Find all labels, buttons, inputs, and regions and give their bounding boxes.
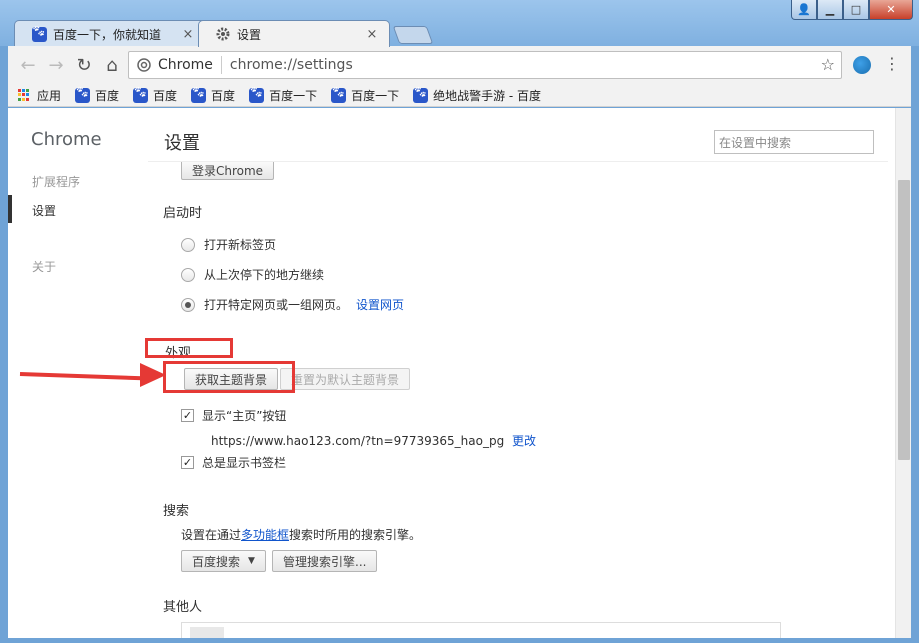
sidebar-brand: Chrome xyxy=(31,129,102,150)
close-icon[interactable]: × xyxy=(181,27,195,42)
bookmark-apps[interactable]: 应用 xyxy=(18,87,61,104)
address-bar[interactable]: Chrome chrome://settings ☆ xyxy=(128,51,842,79)
close-button[interactable]: ✕ xyxy=(869,0,913,20)
search-engine-select[interactable]: 百度搜索 ▼ xyxy=(181,550,266,572)
bookmark-label: 百度一下 xyxy=(351,88,400,103)
forward-button[interactable]: → xyxy=(42,51,70,79)
bookmark-baidu-search[interactable]: 百度一下 xyxy=(331,87,399,104)
scroll-thumb[interactable] xyxy=(898,180,910,460)
search-title: 搜索 xyxy=(163,504,190,519)
window-controls: 👤 ▁ □ ✕ xyxy=(791,0,913,20)
baidu-paw-icon xyxy=(191,87,207,103)
site-chip-label: Chrome xyxy=(158,57,213,73)
omnibox-link[interactable]: 多功能框 xyxy=(241,528,289,542)
option-label: 打开特定网页或一组网页。 xyxy=(204,298,349,312)
startup-title: 启动时 xyxy=(163,206,203,221)
manage-search-engines-button[interactable]: 管理搜索引擎... xyxy=(272,550,378,572)
tab-settings[interactable]: 设置 × xyxy=(198,20,390,47)
apps-grid-icon xyxy=(18,88,31,102)
search-description: 设置在通过多功能框搜索时所用的搜索引擎。 xyxy=(181,528,422,542)
bookmark-game-search[interactable]: 绝地战警手游 - 百度 xyxy=(413,87,541,104)
bookmark-label: 百度一下 xyxy=(269,88,318,103)
option-label: 从上次停下的地方继续 xyxy=(204,268,325,282)
minimize-button[interactable]: ▁ xyxy=(817,0,843,20)
show-home-checkbox-row[interactable]: ✓ 显示“主页”按钮 xyxy=(181,407,286,424)
star-icon[interactable]: ☆ xyxy=(821,55,835,74)
tab-strip: 百度一下，你就知道 × 设置 × xyxy=(14,20,434,47)
baidu-paw-icon xyxy=(31,26,47,42)
checkbox[interactable]: ✓ xyxy=(181,409,194,422)
home-button[interactable]: ⌂ xyxy=(98,51,126,79)
bookmark-baidu-search[interactable]: 百度一下 xyxy=(249,87,317,104)
avatar xyxy=(190,627,224,638)
url-text: chrome://settings xyxy=(229,57,353,73)
bookmark-baidu[interactable]: 百度 xyxy=(75,87,119,104)
sidebar-active-marker xyxy=(8,195,12,223)
chevron-down-icon: ▼ xyxy=(248,556,255,566)
reload-button[interactable]: ↻ xyxy=(70,51,98,79)
startup-option-specific[interactable]: 打开特定网页或一组网页。 设置网页 xyxy=(181,296,404,313)
set-pages-link[interactable]: 设置网页 xyxy=(356,296,404,313)
people-list xyxy=(181,622,781,638)
close-icon[interactable]: × xyxy=(365,27,379,42)
back-button[interactable]: ← xyxy=(14,51,42,79)
radio-button[interactable] xyxy=(181,267,195,282)
menu-icon[interactable]: ⋮ xyxy=(884,54,900,73)
annotation-arrow-head xyxy=(140,363,166,387)
tab-title: 百度一下，你就知道 xyxy=(53,27,162,42)
home-url-text: https://www.hao123.com/?tn=97739365_hao_… xyxy=(211,434,505,448)
annotation-box-appearance xyxy=(145,338,233,358)
maximize-button[interactable]: □ xyxy=(843,0,869,20)
baidu-paw-icon xyxy=(75,87,91,103)
chrome-icon xyxy=(137,58,151,72)
extension-icon[interactable] xyxy=(853,56,871,74)
baidu-paw-icon xyxy=(249,87,265,103)
profile-icon[interactable]: 👤 xyxy=(791,0,817,20)
checkbox[interactable]: ✓ xyxy=(181,456,194,469)
new-tab-button[interactable] xyxy=(392,26,434,44)
scrollbar[interactable] xyxy=(895,108,911,638)
sidebar-item-settings[interactable]: 设置 xyxy=(32,202,56,219)
bookmark-label: 百度 xyxy=(153,88,178,103)
bookmark-baidu[interactable]: 百度 xyxy=(133,87,177,104)
toolbar: ← → ↻ ⌂ Chrome chrome://settings ☆ ⋮ xyxy=(8,46,911,84)
search-engine-label: 百度搜索 xyxy=(192,554,241,569)
site-chip[interactable]: Chrome xyxy=(137,56,222,74)
tab-title: 设置 xyxy=(237,27,262,42)
startup-option-continue[interactable]: 从上次停下的地方继续 xyxy=(181,266,324,283)
signin-button[interactable]: 登录Chrome xyxy=(181,162,275,180)
reset-theme-button[interactable]: 重置为默认主题背景 xyxy=(280,368,411,390)
settings-search-input[interactable]: 在设置中搜索 xyxy=(714,130,874,154)
radio-button[interactable] xyxy=(181,297,195,312)
radio-button[interactable] xyxy=(181,237,195,252)
gear-icon xyxy=(215,26,231,42)
bookmark-label: 百度 xyxy=(95,88,120,103)
baidu-paw-icon xyxy=(331,87,347,103)
bookmark-label: 应用 xyxy=(37,88,62,103)
window-frame: 👤 ▁ □ ✕ 百度一下，你就知道 × 设置 × ← → ↻ ⌂ Chrome xyxy=(0,0,919,643)
startup-option-newtab[interactable]: 打开新标签页 xyxy=(181,236,276,253)
annotation-box-get-theme xyxy=(163,361,295,393)
settings-header: 设置 在设置中搜索 xyxy=(148,108,888,162)
baidu-paw-icon xyxy=(133,87,149,103)
home-url: https://www.hao123.com/?tn=97739365_hao_… xyxy=(211,432,536,449)
sidebar-item-about[interactable]: 关于 xyxy=(32,258,56,275)
option-label: 总是显示书签栏 xyxy=(202,456,287,470)
option-label: 打开新标签页 xyxy=(204,238,277,252)
page-title: 设置 xyxy=(164,133,200,154)
sidebar-item-extensions[interactable]: 扩展程序 xyxy=(32,173,80,190)
show-bookmarks-checkbox-row[interactable]: ✓ 总是显示书签栏 xyxy=(181,454,286,471)
bookmark-label: 绝地战警手游 - 百度 xyxy=(433,88,542,103)
baidu-paw-icon xyxy=(413,87,429,103)
change-home-link[interactable]: 更改 xyxy=(512,434,536,448)
tab-baidu[interactable]: 百度一下，你就知道 × xyxy=(14,20,206,47)
option-label: 显示“主页”按钮 xyxy=(202,409,287,423)
people-title: 其他人 xyxy=(163,600,203,615)
bookmark-label: 百度 xyxy=(211,88,236,103)
bookmarks-bar: 应用 百度 百度 百度 百度一下 百度一下 绝地战警手游 - 百度 xyxy=(8,84,911,107)
bookmark-baidu[interactable]: 百度 xyxy=(191,87,235,104)
